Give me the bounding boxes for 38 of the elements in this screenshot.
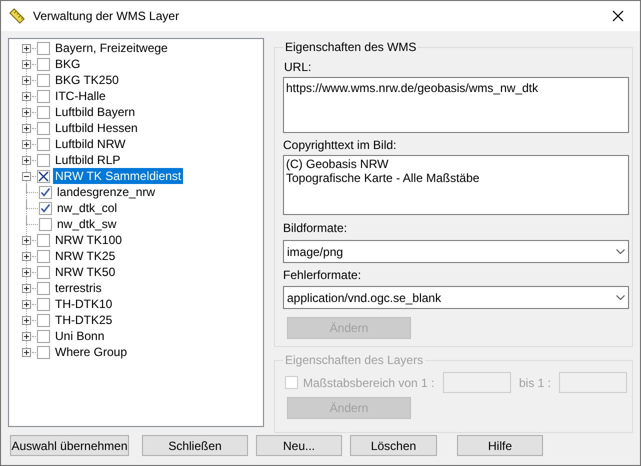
tree-item[interactable]: landesgrenze_nrw (55, 184, 158, 200)
tree-item[interactable]: BKG TK250 (53, 72, 121, 88)
tree-item[interactable]: Luftbild Bayern (53, 104, 138, 120)
scale-range-label: Maßstabsbereich von 1 : (303, 374, 436, 392)
dialog-button[interactable]: Löschen (350, 435, 437, 456)
tree-item[interactable]: NRW TK25 (53, 248, 118, 264)
error-format-dropdown[interactable]: application/vnd.ogc.se_blank (283, 286, 629, 309)
tree-item[interactable]: Luftbild NRW (53, 136, 128, 152)
tree-item[interactable]: NRW TK50 (53, 264, 118, 280)
image-format-label: Bildformate: (283, 220, 348, 237)
tree-item[interactable]: TH-DTK10 (53, 296, 114, 312)
group-title: Eigenschaften des WMS (284, 39, 418, 56)
dialog-button[interactable]: Schließen (142, 435, 248, 456)
url-field[interactable]: https://www.wms.nrw.de/geobasis/wms_nw_dtk (283, 77, 629, 133)
scale-to-label: bis 1 : (519, 374, 552, 392)
tree-item[interactable]: Where Group (53, 344, 130, 360)
dialog-button[interactable]: Hilfe (457, 435, 543, 456)
group-title: Eigenschaften des Layers (284, 352, 424, 369)
copyright-label: Copyrighttext im Bild: (283, 137, 398, 154)
tree-item[interactable]: TH-DTK25 (53, 312, 114, 328)
tree-item[interactable]: Luftbild RLP (53, 152, 122, 168)
tree-item[interactable]: nw_dtk_col (55, 200, 120, 216)
dialog-button[interactable]: Auswahl übernehmen (10, 435, 129, 456)
tree-item[interactable]: nw_dtk_sw (55, 216, 118, 232)
copyright-field[interactable]: (C) Geobasis NRW Topografische Karte - Alle Maßstäbe (283, 155, 629, 215)
tree-item[interactable]: NRW TK Sammeldienst (53, 168, 184, 184)
tree-item[interactable]: BKG (53, 56, 82, 72)
tree-item[interactable]: Luftbild Hessen (53, 120, 140, 136)
error-format-label: Fehlerformate: (283, 267, 362, 284)
image-format-dropdown[interactable]: image/png (283, 240, 629, 263)
window-title: Verwaltung der WMS Layer (33, 8, 180, 25)
tree-item[interactable]: ITC-Halle (53, 88, 108, 104)
dialog-button[interactable]: Neu... (256, 435, 342, 456)
tree-item[interactable]: terrestris (53, 280, 104, 296)
tree-item[interactable]: Bayern, Freizeitwege (53, 40, 170, 56)
tree-item[interactable]: NRW TK100 (53, 232, 124, 248)
tree-item[interactable]: Uni Bonn (53, 328, 106, 344)
url-label: URL: (284, 59, 312, 76)
